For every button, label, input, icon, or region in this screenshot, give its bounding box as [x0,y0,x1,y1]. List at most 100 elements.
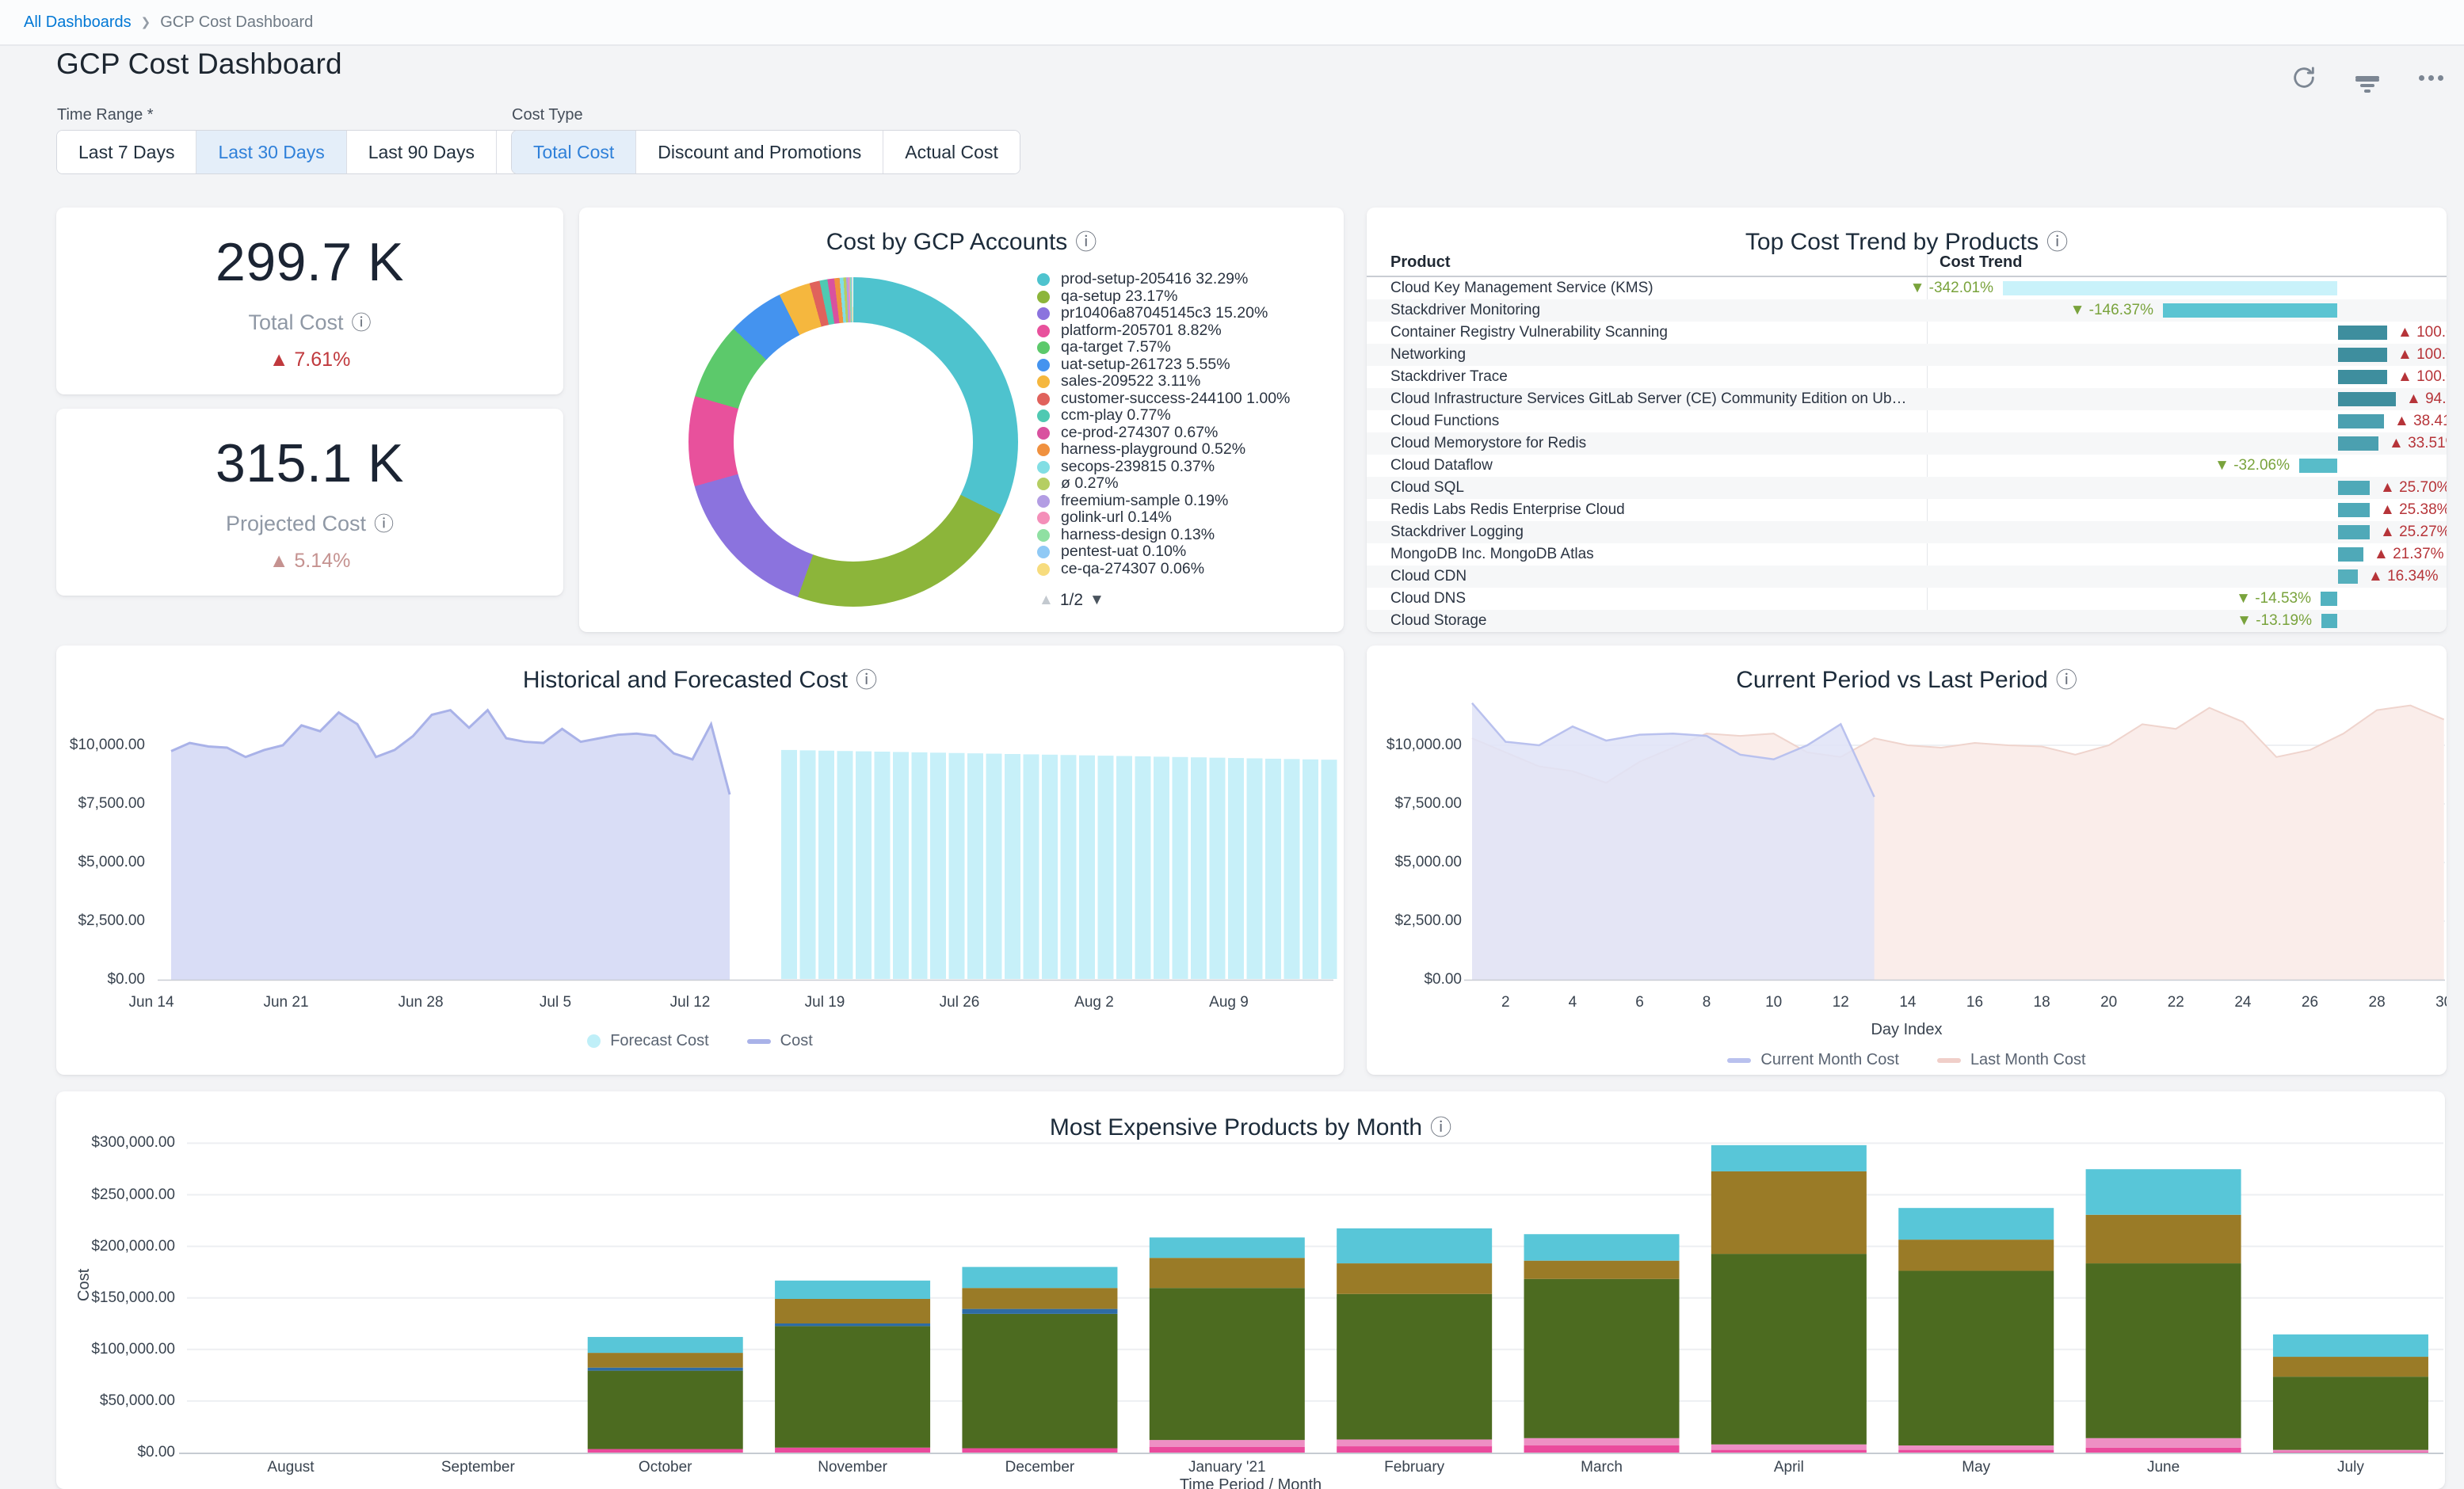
breadcrumb-chevron-icon: ❯ [141,15,151,29]
column-header-product[interactable]: Product [1390,253,1451,272]
cost-type-option-total-cost[interactable]: Total Cost [512,131,636,173]
info-icon[interactable]: ⓘ [1075,230,1097,254]
cost-type-option-discount-and-promotions[interactable]: Discount and Promotions [636,131,883,173]
donut-chart[interactable] [688,277,1018,607]
y-axis-tick: $2,500.00 [1367,912,1462,930]
legend-dot [1037,291,1050,303]
breadcrumb-current: GCP Cost Dashboard [160,13,313,32]
legend-dot [1037,461,1050,474]
legend-item-harness-playground[interactable]: harness-playground 0.52% [1037,441,1299,459]
product-name: Networking [1390,344,1913,366]
info-icon[interactable]: ⓘ [374,513,394,535]
legend-item-prod-setup-205416[interactable]: prod-setup-205416 32.29% [1037,271,1299,288]
time-range-option-last-30-days[interactable]: Last 30 Days [196,131,346,173]
legend-item-customer-success-244100[interactable]: customer-success-244100 1.00% [1037,390,1299,408]
page-title: GCP Cost Dashboard [56,48,342,81]
panel-period-compare: Current Period vs Last Periodⓘ Day Index… [1367,645,2447,1075]
product-name: Stackdriver Trace [1390,366,1913,388]
x-axis-tick: 12 [1833,994,1849,1011]
legend-label: pentest-uat 0.10% [1061,543,1186,560]
y-axis-tick: $100,000.00 [72,1341,175,1358]
trend-table-title: Top Cost Trend by Productsⓘ [1367,225,2447,256]
legend-forecast-cost[interactable]: Forecast Cost [587,1032,708,1050]
product-name: Container Registry Vulnerability Scannin… [1390,322,1913,344]
product-name: Redis Labs Redis Enterprise Cloud [1390,499,1913,521]
legend-item-freemium-sample[interactable]: freemium-sample 0.19% [1037,493,1299,510]
legend-item-ce-qa-274307[interactable]: ce-qa-274307 0.06% [1037,561,1299,578]
legend-item-harness-design[interactable]: harness-design 0.13% [1037,527,1299,544]
x-axis-tick: May [1962,1459,1990,1476]
legend-swatch [587,1034,601,1048]
trend-bar [2338,370,2387,384]
time-range-option-last-7-days[interactable]: Last 7 Days [57,131,196,173]
product-name: Cloud Key Management Service (KMS) [1390,277,1913,299]
product-name: MongoDB Inc. MongoDB Atlas [1390,543,1913,566]
legend-page-up-icon[interactable]: ▲ [1039,592,1054,609]
table-row: Cloud Infrastructure Services GitLab Ser… [1367,388,2447,410]
legend-item-ccm-play[interactable]: ccm-play 0.77% [1037,407,1299,425]
legend-item-qa-setup[interactable]: qa-setup 23.17% [1037,288,1299,306]
column-header-cost-trend[interactable]: Cost Trend [1940,253,2022,272]
x-axis-tick: 4 [1569,994,1577,1011]
legend-item-uat-setup-261723[interactable]: uat-setup-261723 5.55% [1037,356,1299,374]
donut-legend-pagination: ▲ 1/2 ▼ [1039,591,1104,610]
legend-last-month-cost[interactable]: Last Month Cost [1937,1051,2086,1069]
kebab-menu-icon[interactable] [2416,63,2445,92]
time-range-option-last-90-days[interactable]: Last 90 Days [347,131,497,173]
cost-type-option-actual-cost[interactable]: Actual Cost [883,131,1020,173]
legend-item-sales-209522[interactable]: sales-209522 3.11% [1037,373,1299,390]
legend-item-golink-url[interactable]: golink-url 0.14% [1037,509,1299,527]
trend-bar [2338,569,2358,584]
legend-item-platform-205701[interactable]: platform-205701 8.82% [1037,322,1299,340]
y-axis-tick: $10,000.00 [1367,737,1462,754]
x-axis-tick: 16 [1966,994,1983,1011]
legend-item-ce-prod-274307[interactable]: ce-prod-274307 0.67% [1037,425,1299,442]
legend-label: harness-playground 0.52% [1061,440,1245,458]
legend-item-[interactable]: ø 0.27% [1037,475,1299,493]
y-axis-tick: $50,000.00 [72,1392,175,1410]
legend-dot [1037,478,1050,490]
table-row: MongoDB Inc. MongoDB Atlas▲ 21.37% [1367,543,2447,566]
x-axis-tick: 6 [1635,994,1644,1011]
legend-dot [1037,341,1050,354]
panel-historical-forecast: Historical and Forecasted Costⓘ Forecast… [56,645,1344,1075]
info-icon[interactable]: ⓘ [352,312,372,334]
x-axis-tick: October [639,1459,692,1476]
trend-bar [2338,436,2378,451]
table-row: Networking▲ 100.00% [1367,344,2447,366]
x-axis-tick: November [818,1459,887,1476]
x-axis-tick: Jul 5 [540,994,571,1011]
legend-swatch [747,1039,771,1044]
product-name: Cloud SQL [1390,477,1913,499]
panel-top-cost-trend: Top Cost Trend by Productsⓘ Product Cost… [1367,208,2447,632]
info-icon[interactable]: ⓘ [2046,230,2068,254]
x-axis-tick: 20 [2100,994,2117,1011]
legend-page-down-icon[interactable]: ▼ [1089,592,1104,609]
product-name: Cloud Infrastructure Services GitLab Ser… [1390,388,1913,410]
trend-table-body: Cloud Key Management Service (KMS)▼ -342… [1367,277,2447,632]
product-name: Stackdriver Monitoring [1390,299,1913,322]
total-cost-label: Total Costⓘ [248,307,371,336]
y-axis-tick: $200,000.00 [72,1238,175,1255]
legend-item-pentest-uat[interactable]: pentest-uat 0.10% [1037,543,1299,561]
x-axis-tick: Jun 21 [263,994,308,1011]
legend-label: golink-url 0.14% [1061,508,1172,526]
legend-current-month-cost[interactable]: Current Month Cost [1727,1051,1899,1069]
x-axis-tick: July [2337,1459,2364,1476]
filter-icon[interactable] [2353,63,2382,92]
legend-label: sales-209522 3.11% [1061,372,1200,390]
total-cost-value: 299.7 K [216,231,404,293]
legend-item-secops-239815[interactable]: secops-239815 0.37% [1037,459,1299,476]
legend-dot [1037,444,1050,456]
legend-dot [1037,375,1050,388]
legend-item-qa-target[interactable]: qa-target 7.57% [1037,339,1299,356]
legend-cost[interactable]: Cost [747,1032,813,1050]
trend-value: ▲ 25.38% [2380,499,2447,521]
breadcrumb-all-dashboards[interactable]: All Dashboards [24,13,132,32]
x-axis-tick: Jul 12 [670,994,711,1011]
trend-value: ▲ 100.00% [2397,322,2447,344]
legend-item-pr10406a87045145c3[interactable]: pr10406a87045145c3 15.20% [1037,305,1299,322]
table-row: Cloud CDN▲ 16.34% [1367,566,2447,588]
table-row: Cloud DNS▼ -14.53% [1367,588,2447,610]
refresh-icon[interactable] [2290,63,2318,92]
